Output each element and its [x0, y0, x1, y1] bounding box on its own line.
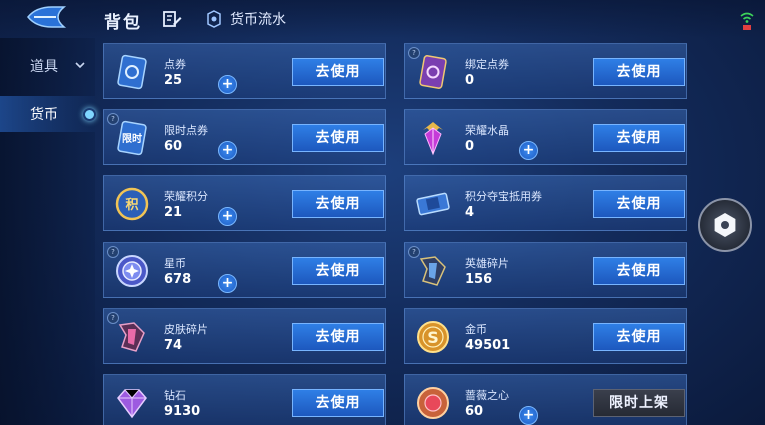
glory-crystal-icon: [423, 122, 443, 156]
currency-flow-label: 货币流水: [230, 12, 286, 28]
currency-amount: 21: [164, 205, 183, 220]
use-button[interactable]: 去使用: [292, 389, 384, 417]
add-icon[interactable]: +: [218, 207, 237, 226]
star-coin-icon: [116, 255, 148, 287]
currency-name: 积分夺宝抵用券: [465, 190, 542, 203]
add-icon[interactable]: +: [218, 75, 237, 94]
currency-name: 蔷薇之心: [465, 389, 509, 402]
use-button[interactable]: 去使用: [593, 190, 685, 218]
add-icon[interactable]: +: [519, 406, 538, 425]
currency-name: 限时点券: [164, 124, 208, 137]
currency-card-coupon: 点券 25 + 去使用: [103, 43, 386, 99]
use-button[interactable]: 去使用: [292, 257, 384, 285]
currency-amount: 49501: [465, 338, 511, 353]
currency-amount: 60: [465, 404, 484, 419]
add-icon[interactable]: +: [218, 274, 237, 293]
chevron-down-icon: [75, 62, 85, 69]
edit-icon[interactable]: [162, 9, 182, 29]
svg-text:S: S: [427, 328, 439, 347]
currency-name: 绑定点券: [465, 58, 509, 71]
currency-amount: 9130: [164, 404, 201, 419]
currency-card-limited-coupon: ? 限时 限时点券 60 + 去使用: [103, 109, 386, 165]
add-icon[interactable]: +: [519, 141, 538, 160]
currency-amount: 74: [164, 338, 183, 353]
diamond-icon: [117, 389, 147, 419]
currency-name: 钻石: [164, 389, 186, 402]
currency-amount: 0: [465, 139, 475, 154]
currency-name: 英雄碎片: [465, 257, 509, 270]
currency-card-points-voucher: 积分夺宝抵用券 4 去使用: [404, 175, 687, 231]
add-icon[interactable]: +: [218, 141, 237, 160]
currency-amount: 4: [465, 205, 475, 220]
currency-name: 金币: [465, 323, 487, 336]
use-button[interactable]: 去使用: [593, 58, 685, 86]
currency-amount: 25: [164, 73, 183, 88]
currency-name: 荣耀积分: [164, 190, 208, 203]
gold-coin-icon: S: [417, 321, 449, 353]
bound-coupon-icon: [419, 55, 447, 89]
use-button[interactable]: 去使用: [292, 323, 384, 351]
back-icon[interactable]: [22, 4, 68, 30]
sidebar: 道具 货币: [0, 38, 96, 425]
currency-name: 星币: [164, 257, 186, 270]
currency-card-star-coin: ? 星币 678 + 去使用: [103, 242, 386, 298]
currency-amount: 60: [164, 139, 183, 154]
currency-card-skin-shard: ? 皮肤碎片 74 去使用: [103, 308, 386, 364]
svg-text:积: 积: [125, 197, 138, 213]
currency-name: 荣耀水晶: [465, 124, 509, 137]
sidebar-item-label: 货币: [30, 107, 58, 123]
floating-menu-button[interactable]: [698, 198, 752, 252]
use-button[interactable]: 去使用: [292, 58, 384, 86]
hero-shard-icon: [419, 256, 446, 286]
currency-card-hero-shard: ? 英雄碎片 156 去使用: [404, 242, 687, 298]
glory-points-icon: 积: [115, 187, 149, 221]
use-button[interactable]: 去使用: [292, 124, 384, 152]
coupon-icon: [117, 54, 147, 90]
sidebar-item-items[interactable]: 道具: [0, 48, 95, 84]
currency-flow-link[interactable]: 货币流水: [206, 9, 286, 29]
sidebar-item-currency[interactable]: 货币: [0, 96, 96, 132]
use-button[interactable]: 去使用: [593, 124, 685, 152]
currency-card-glory-points: 积 荣耀积分 21 + 去使用: [103, 175, 386, 231]
points-voucher-icon: [416, 192, 450, 216]
rose-heart-icon: [417, 387, 449, 419]
currency-grid: 点券 25 + 去使用 ? 绑定点券 0 去使用 ? 限时 限时点券 60 + …: [103, 43, 698, 425]
wifi-icon: [740, 12, 754, 30]
currency-amount: 0: [465, 73, 475, 88]
sidebar-item-label: 道具: [30, 59, 58, 75]
limited-coupon-icon: 限时: [117, 120, 147, 156]
skin-shard-icon: [118, 322, 145, 352]
hexagon-icon: [714, 213, 736, 237]
use-button[interactable]: 去使用: [292, 190, 384, 218]
use-button[interactable]: 去使用: [593, 323, 685, 351]
currency-card-gold-coin: S 金币 49501 去使用: [404, 308, 687, 364]
currency-flow-icon: [207, 10, 221, 28]
active-indicator: [83, 107, 96, 121]
svg-text:限时: 限时: [122, 132, 142, 145]
currency-name: 点券: [164, 58, 186, 71]
page-title: 背包: [104, 13, 142, 33]
currency-card-diamond: 钻石 9130 去使用: [103, 374, 386, 425]
top-bar: 背包 货币流水: [0, 0, 765, 38]
currency-card-rose-heart: 蔷薇之心 60 + 限时上架: [404, 374, 687, 425]
currency-name: 皮肤碎片: [164, 323, 208, 336]
currency-amount: 156: [465, 272, 493, 287]
currency-card-glory-crystal: 荣耀水晶 0 + 去使用: [404, 109, 687, 165]
limited-time-button[interactable]: 限时上架: [593, 389, 685, 417]
currency-amount: 678: [164, 272, 192, 287]
currency-card-bound-coupon: ? 绑定点券 0 去使用: [404, 43, 687, 99]
use-button[interactable]: 去使用: [593, 257, 685, 285]
